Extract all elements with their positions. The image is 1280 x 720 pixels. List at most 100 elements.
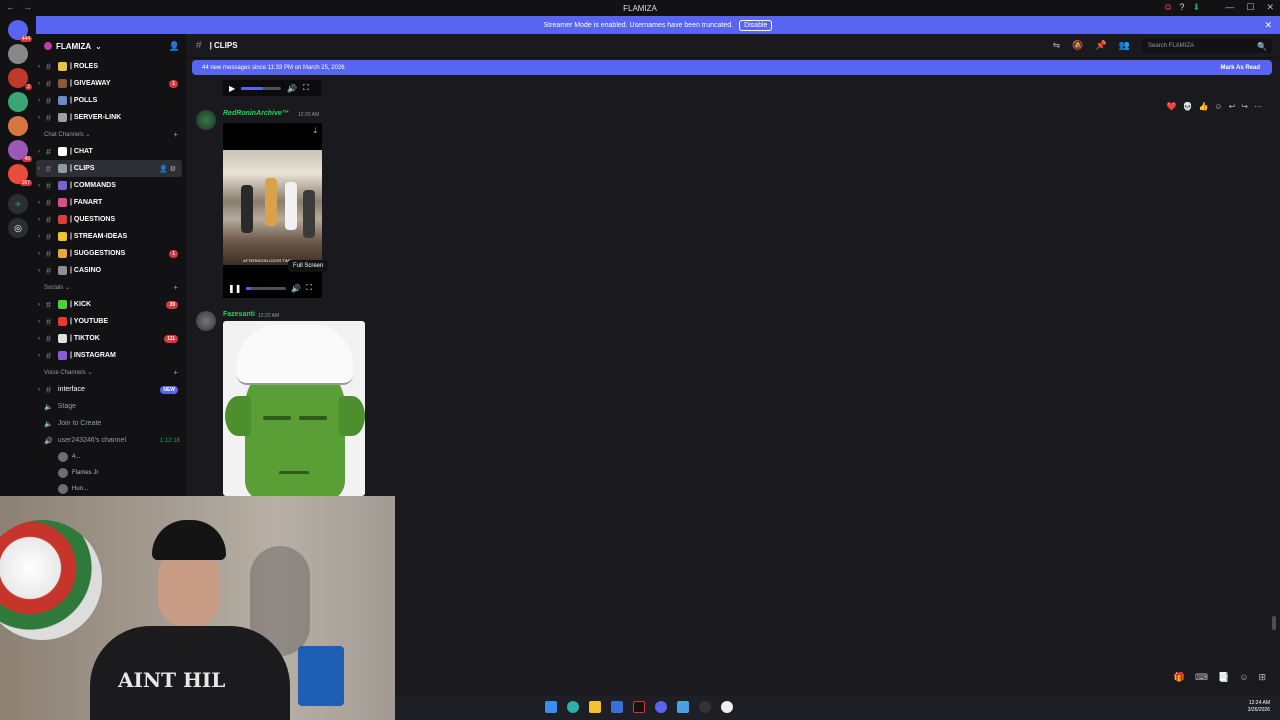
video-progress-bar[interactable] (241, 86, 282, 90)
add-channel-icon[interactable]: + (173, 368, 178, 377)
channel-server-link[interactable]: › # | SERVER-LINK (36, 109, 186, 126)
category-socials[interactable]: Socials ⌄ + (36, 279, 186, 296)
pinned-icon[interactable]: 📌 (1096, 40, 1107, 51)
channel-casino[interactable]: › # | CASINO (36, 262, 186, 279)
channel-clips[interactable]: › # | CLIPS 👤 ⚙ (36, 160, 182, 177)
category-voice-channels[interactable]: Voice Channels ⌄ + (36, 364, 186, 381)
scrollbar-thumb[interactable] (1272, 616, 1276, 630)
channel-giveaway[interactable]: › # | GIVEAWAY 1 (36, 75, 186, 92)
channel-commands[interactable]: › # | COMMANDS (36, 177, 186, 194)
video-progress-bar[interactable] (246, 286, 287, 290)
invite-people-icon[interactable]: 👤 (169, 41, 180, 52)
unread-badge: 49 (22, 156, 32, 162)
reply-icon[interactable]: ↩ (1229, 102, 1236, 111)
add-channel-icon[interactable]: + (173, 283, 178, 292)
back-arrow-icon[interactable]: ← (6, 2, 15, 12)
inbox-icon[interactable]: ⧉ (1165, 2, 1171, 13)
avatar (58, 484, 68, 494)
channel-emoji-icon (58, 113, 67, 122)
windows-start-icon[interactable] (545, 701, 557, 713)
terminal-icon[interactable] (633, 701, 645, 713)
fullscreen-icon[interactable]: ⛶ (306, 283, 312, 293)
threads-icon[interactable]: ⇋ (1053, 40, 1061, 51)
member-list-icon[interactable]: 👥 (1119, 40, 1130, 51)
volume-icon[interactable]: 🔊 (287, 84, 297, 93)
channel-interface[interactable]: › # interface NEW (36, 381, 186, 398)
apps-icon[interactable]: ⊞ (1258, 672, 1266, 683)
mark-as-read-button[interactable]: Mark As Read (1221, 65, 1260, 71)
emoji-icon[interactable]: ☺ (1239, 672, 1248, 683)
help-icon[interactable]: ? (1179, 2, 1184, 13)
forward-arrow-icon[interactable]: → (23, 2, 32, 12)
message-input-area[interactable]: 🎁 ⌨ 📑 ☺ ⊞ (395, 662, 1280, 696)
channel-stream-ideas[interactable]: › # | STREAM-IDEAS (36, 228, 186, 245)
discord-icon[interactable] (655, 701, 667, 713)
message-author[interactable]: RedRoninArchive™ (223, 110, 289, 117)
avatar[interactable] (196, 311, 216, 331)
voice-channel[interactable]: 🔈 Stage (36, 398, 186, 415)
channel-kick[interactable]: › # | KICK 39 (36, 296, 186, 313)
disable-streamer-mode-button[interactable]: Disable (739, 19, 773, 31)
server-header[interactable]: FLAMIZA ⌄ 👤 (36, 34, 186, 58)
channel-fanart[interactable]: › # | FANART (36, 194, 186, 211)
taskbar-clock[interactable]: 12:24 AM 3/26/2026 (1248, 700, 1270, 714)
media-player-icon[interactable] (721, 701, 733, 713)
heart-reaction-icon[interactable]: ❤️ (1167, 102, 1177, 111)
category-chat-channels[interactable]: Chat Channels ⌄ + (36, 126, 186, 143)
channel-instagram[interactable]: › # | INSTAGRAM (36, 347, 186, 364)
voice-channel[interactable]: 🔈 Join to Create (36, 415, 186, 432)
banner-close-icon[interactable]: ✕ (1264, 20, 1272, 31)
channel-polls[interactable]: › # | POLLS (36, 92, 186, 109)
channel-suggestions[interactable]: › # | SUGGESTIONS 1 (36, 245, 186, 262)
sticker-icon[interactable]: 📑 (1218, 672, 1229, 683)
download-icon[interactable]: ⤓ (313, 126, 317, 136)
server-icon[interactable] (8, 92, 28, 112)
message-author[interactable]: Fazesanti (223, 311, 255, 318)
file-explorer-icon[interactable] (589, 701, 601, 713)
channel-youtube[interactable]: › # | YOUTUBE (36, 313, 186, 330)
server-icon[interactable] (8, 44, 28, 64)
obs-icon[interactable] (699, 701, 711, 713)
channel-chat[interactable]: › # | CHAT (36, 143, 186, 160)
edge-icon[interactable] (567, 701, 579, 713)
voice-user[interactable]: 4... (36, 449, 186, 465)
play-icon[interactable]: ▶ (229, 84, 235, 93)
channel-settings-icon[interactable]: 👤 ⚙ (159, 165, 176, 173)
fullscreen-icon[interactable]: ⛶ (303, 83, 309, 93)
channel-questions[interactable]: › # | QUESTIONS (36, 211, 186, 228)
forward-icon[interactable]: ↪ (1241, 102, 1248, 111)
gif-icon[interactable]: ⌨ (1195, 672, 1208, 683)
voice-user[interactable]: Flames Jr (36, 465, 186, 481)
avatar[interactable] (196, 110, 216, 130)
discover-icon[interactable]: ◎ (8, 218, 28, 238)
add-server-icon[interactable]: + (8, 194, 28, 214)
store-icon[interactable] (611, 701, 623, 713)
channel-tiktok[interactable]: › # | TIKTOK 111 (36, 330, 186, 347)
server-icon[interactable]: 49 (8, 140, 32, 162)
minimize-button[interactable]: — (1225, 2, 1234, 13)
server-icon[interactable]: 2 (8, 68, 32, 90)
gift-icon[interactable]: 🎁 (1174, 672, 1185, 683)
server-icon[interactable] (8, 116, 28, 136)
download-icon[interactable]: ⬇ (1192, 2, 1200, 13)
search-input[interactable]: Search FLAMIZA 🔍 (1142, 39, 1272, 53)
discord-home-icon[interactable]: 444 (8, 20, 32, 42)
server-icon[interactable]: 167 (8, 164, 32, 186)
skull-reaction-icon[interactable]: 💀 (1182, 102, 1192, 111)
maximize-button[interactable]: ☐ (1246, 2, 1254, 13)
close-button[interactable]: ✕ (1266, 2, 1274, 13)
channel-roles[interactable]: › # | ROLES (36, 58, 186, 75)
image-attachment[interactable] (223, 321, 365, 496)
volume-icon[interactable]: 🔊 (291, 284, 301, 293)
thumbs-up-reaction-icon[interactable]: 👍 (1198, 102, 1208, 111)
pause-icon[interactable]: ❚❚ (228, 284, 241, 293)
voice-channel[interactable]: 🔊 user243246's channel 1:12:18 (36, 432, 186, 449)
add-reaction-icon[interactable]: ☺ (1214, 102, 1222, 111)
new-messages-bar[interactable]: 44 new messages since 11:33 PM on March … (192, 60, 1272, 75)
add-channel-icon[interactable]: + (173, 130, 178, 139)
channel-title: | CLIPS (209, 41, 238, 50)
voice-user[interactable]: Hun... (36, 481, 186, 496)
more-options-icon[interactable]: ⋯ (1254, 102, 1262, 111)
photos-icon[interactable] (677, 701, 689, 713)
notifications-icon[interactable]: 🔕 (1072, 40, 1083, 51)
